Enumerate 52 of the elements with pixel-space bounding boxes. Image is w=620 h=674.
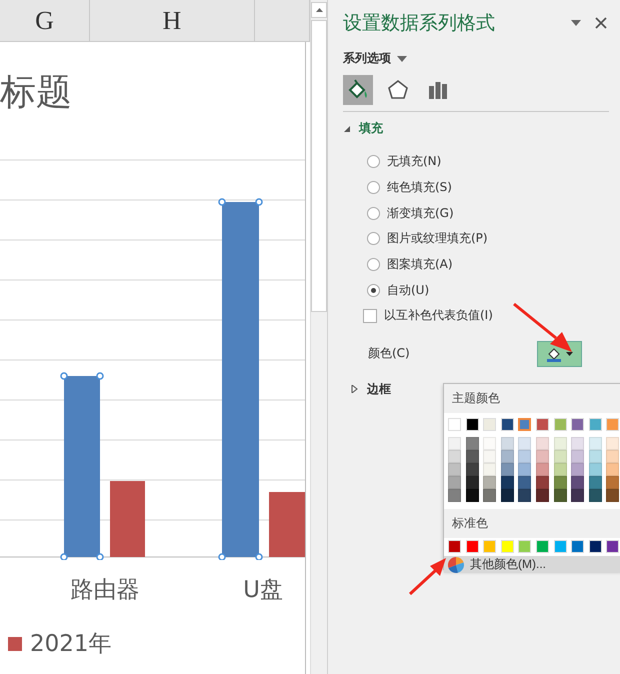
scroll-up-button[interactable] xyxy=(311,2,327,18)
selection-handle[interactable] xyxy=(96,553,104,560)
radio-button[interactable] xyxy=(367,206,380,220)
standard-colors-heading: 标准色 xyxy=(444,509,620,538)
radio-label: 纯色填充(S) xyxy=(387,179,452,196)
color-label: 颜色(C) xyxy=(368,345,411,362)
pointer-arrow xyxy=(408,556,448,596)
more-colors-item[interactable]: 其他颜色(M)... xyxy=(444,556,620,573)
radio-button[interactable] xyxy=(367,232,380,246)
selection-handle[interactable] xyxy=(218,553,226,560)
column-header[interactable]: H xyxy=(90,0,255,41)
up-arrow-icon xyxy=(316,8,322,12)
scroll-thumb[interactable] xyxy=(311,20,327,312)
pentagon-icon xyxy=(386,78,410,102)
radio-label: 自动(U) xyxy=(387,282,430,299)
radio-button[interactable] xyxy=(367,258,380,272)
color-swatch[interactable] xyxy=(518,418,532,431)
category-label: 路由器 xyxy=(70,576,140,604)
dropdown-icon[interactable] xyxy=(569,18,583,28)
selection-handle[interactable] xyxy=(96,372,104,380)
paint-bucket-icon xyxy=(546,346,562,362)
caret-icon xyxy=(397,56,407,62)
column-header[interactable]: G xyxy=(0,0,90,41)
theme-colors-heading: 主题颜色 xyxy=(444,384,620,413)
chart-bar xyxy=(269,492,305,557)
radio-button[interactable] xyxy=(367,155,380,168)
color-wheel-icon xyxy=(448,556,464,572)
pointer-arrow xyxy=(512,302,574,354)
radio-label: 图案填充(A) xyxy=(387,256,453,274)
checkbox-label: 以互补色代表负值(I) xyxy=(384,307,493,324)
category-label: U盘 xyxy=(242,576,284,604)
scrollbar[interactable] xyxy=(310,0,327,674)
section-header[interactable]: 填充 xyxy=(343,120,383,137)
selection-handle[interactable] xyxy=(255,553,263,560)
collapse-triangle-icon xyxy=(343,124,351,132)
series-options-menu[interactable]: 系列选项 xyxy=(343,50,407,67)
section-header[interactable]: 边框 xyxy=(351,380,391,398)
selection-handle[interactable] xyxy=(60,553,68,560)
selection-handle[interactable] xyxy=(255,198,263,206)
selection-handle[interactable] xyxy=(60,372,68,380)
radio-label: 渐变填充(G) xyxy=(387,204,454,222)
format-tab[interactable] xyxy=(343,75,373,105)
radio-button[interactable] xyxy=(367,181,380,194)
radio-label: 图片或纹理填充(P) xyxy=(387,230,488,248)
checkbox[interactable] xyxy=(363,308,377,323)
legend-label: 2021年 xyxy=(30,630,112,659)
close-icon[interactable] xyxy=(593,15,609,31)
radio-button[interactable] xyxy=(367,284,380,297)
radio-label: 无填充(N) xyxy=(387,153,442,170)
selection-handle[interactable] xyxy=(218,198,226,206)
pane-title: 设置数据系列格式 xyxy=(343,11,496,36)
expand-triangle-icon xyxy=(351,385,359,394)
